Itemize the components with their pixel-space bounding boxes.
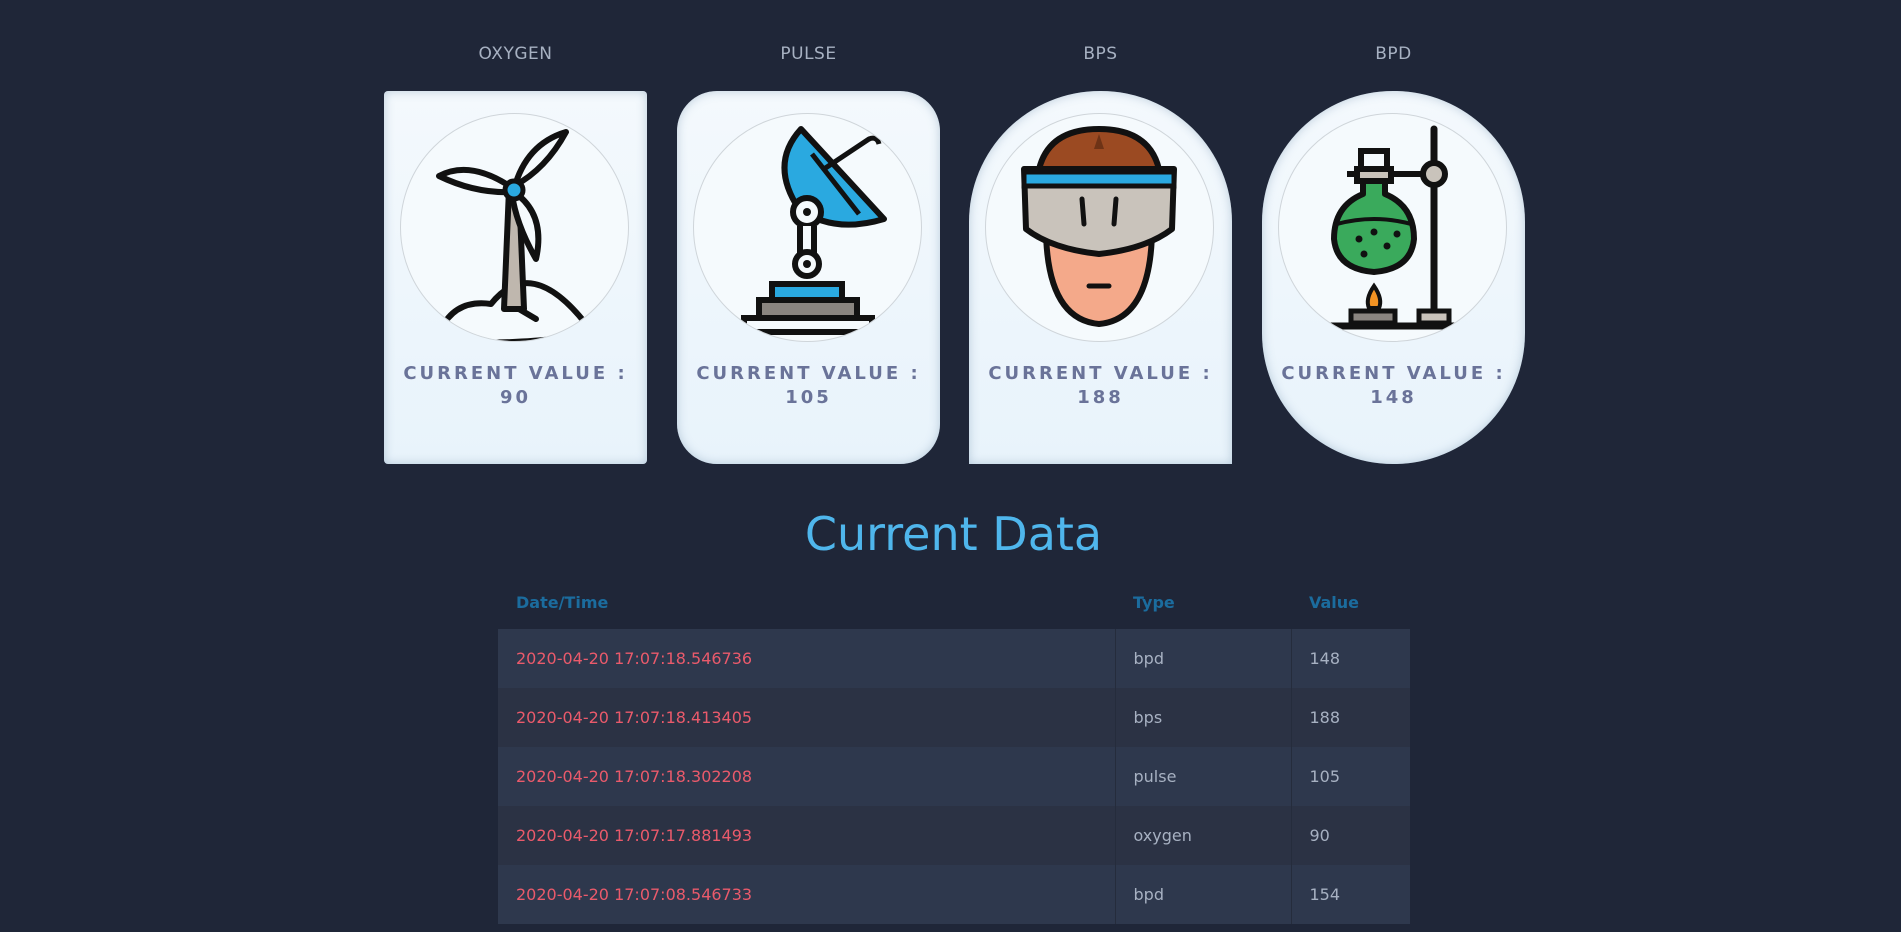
cell-type: bps <box>1115 688 1292 747</box>
current-value-pulse: 105 <box>785 387 832 408</box>
cell-datetime: 2020-04-20 17:07:18.546736 <box>498 629 1116 688</box>
card-bpd[interactable]: CURRENT VALUE : 148 <box>1262 91 1525 464</box>
current-data-table: Date/Time Type Value 2020-04-20 17:07:18… <box>498 575 1410 924</box>
card-label-pulse: PULSE <box>780 44 837 64</box>
cell-value: 148 <box>1309 649 1341 668</box>
current-data-title: Current Data <box>804 507 1103 561</box>
table-row: 2020-04-20 17:07:17.881493 oxygen 90 <box>498 806 1410 865</box>
cell-type: pulse <box>1115 747 1292 806</box>
cell-datetime: 2020-04-20 17:07:18.413405 <box>498 688 1116 747</box>
cell-type: bpd <box>1115 865 1292 924</box>
card-label-bps: BPS <box>1083 44 1118 64</box>
cell-datetime: 2020-04-20 17:07:17.881493 <box>498 806 1116 865</box>
table-row: 2020-04-20 17:07:18.302208 pulse 105 <box>498 747 1410 806</box>
current-value-title: CURRENT VALUE : <box>988 363 1213 384</box>
lab-flask-icon <box>1278 113 1507 342</box>
table-row: 2020-04-20 17:07:18.413405 bps 188 <box>498 688 1410 747</box>
card-pulse[interactable]: CURRENT VALUE : 105 <box>677 91 940 464</box>
current-value-bpd: 148 <box>1370 387 1417 408</box>
current-value-title: CURRENT VALUE : <box>1281 363 1506 384</box>
cell-type: oxygen <box>1115 806 1292 865</box>
satellite-dish-icon <box>693 113 922 342</box>
column-header-datetime[interactable]: Date/Time <box>498 575 1115 629</box>
column-header-value[interactable]: Value <box>1291 575 1410 629</box>
wind-turbine-icon <box>400 113 629 342</box>
cell-value: 154 <box>1309 885 1341 904</box>
card-oxygen[interactable]: CURRENT VALUE : 90 <box>384 91 647 464</box>
column-header-type[interactable]: Type <box>1115 575 1291 629</box>
card-label-oxygen: OXYGEN <box>478 44 553 64</box>
sensor-cards-row: OXYGEN CURRENT VALUE : 90 PULSE CURRENT … <box>0 0 1901 470</box>
cell-value: 90 <box>1309 826 1330 845</box>
cell-value: 105 <box>1309 767 1341 786</box>
current-value-title: CURRENT VALUE : <box>696 363 921 384</box>
table-row: 2020-04-20 17:07:18.546736 bpd 148 <box>498 629 1410 688</box>
current-value-oxygen: 90 <box>499 387 532 408</box>
cell-type: bpd <box>1115 629 1292 688</box>
card-label-bpd: BPD <box>1375 44 1412 64</box>
current-value-title: CURRENT VALUE : <box>403 363 628 384</box>
current-value-bps: 188 <box>1077 387 1124 408</box>
table-row: 2020-04-20 17:07:08.546733 bpd 154 <box>498 865 1410 924</box>
cell-datetime: 2020-04-20 17:07:08.546733 <box>498 865 1116 924</box>
cell-datetime: 2020-04-20 17:07:18.302208 <box>498 747 1116 806</box>
vr-headset-avatar-icon <box>985 113 1214 342</box>
cell-value: 188 <box>1309 708 1341 727</box>
table-header-row: Date/Time Type Value <box>498 575 1410 629</box>
card-bps[interactable]: CURRENT VALUE : 188 <box>969 91 1232 464</box>
